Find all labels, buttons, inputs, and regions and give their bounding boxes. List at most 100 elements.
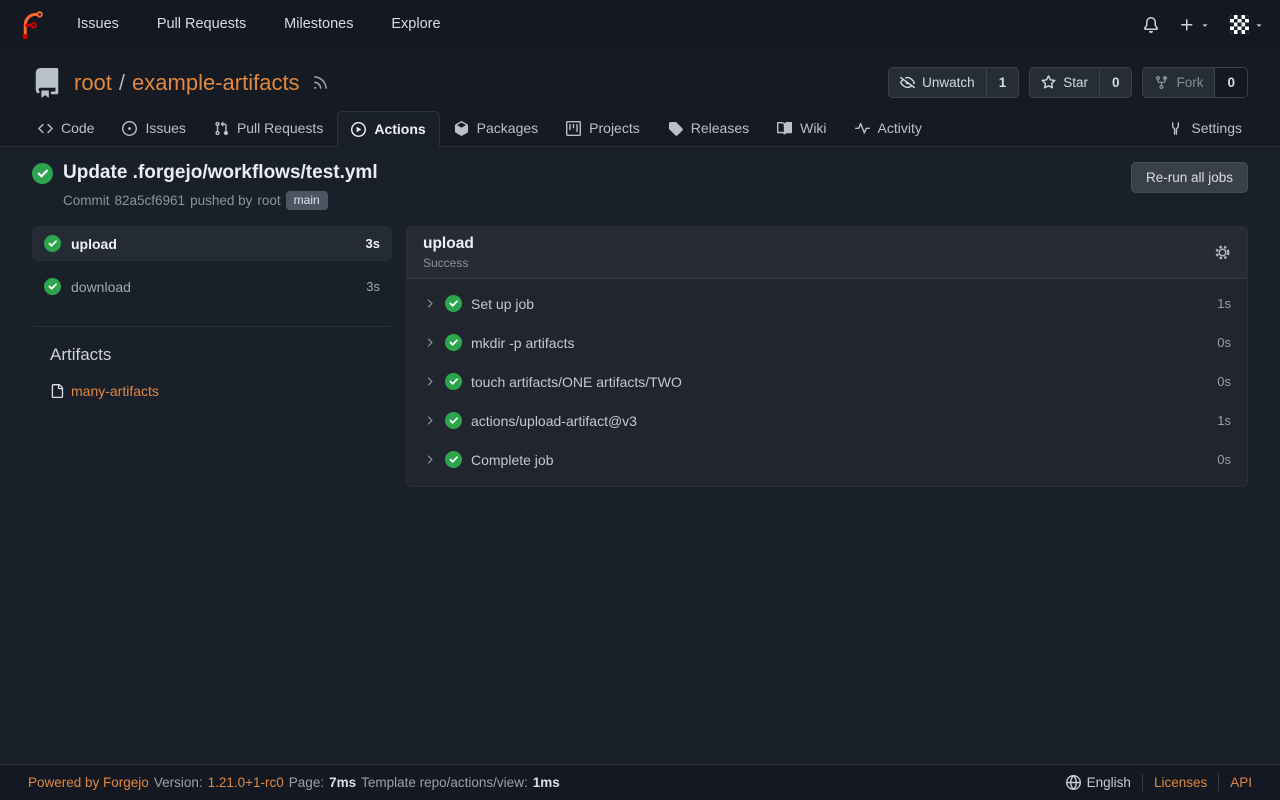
- create-new-button[interactable]: [1179, 17, 1210, 33]
- code-icon: [38, 121, 53, 136]
- tab-code[interactable]: Code: [24, 110, 108, 146]
- job-name: upload: [71, 236, 117, 252]
- language-label: English: [1087, 775, 1131, 790]
- chevron-right-icon: [423, 336, 436, 349]
- tab-pull-requests[interactable]: Pull Requests: [200, 110, 337, 146]
- tab-label: Actions: [374, 121, 425, 137]
- powered-by-link[interactable]: Powered by Forgejo: [28, 775, 149, 790]
- unwatch-label: Unwatch: [922, 75, 975, 90]
- tab-projects[interactable]: Projects: [552, 110, 654, 146]
- tab-label: Activity: [878, 120, 922, 136]
- template-time-value: 1ms: [533, 775, 560, 790]
- step-row-setup[interactable]: Set up job 1s: [407, 284, 1247, 323]
- nav-milestones[interactable]: Milestones: [267, 16, 370, 32]
- rerun-all-jobs-button[interactable]: Re-run all jobs: [1131, 162, 1248, 193]
- tab-settings[interactable]: Settings: [1154, 110, 1256, 146]
- star-icon: [1041, 75, 1056, 90]
- chevron-right-icon: [423, 297, 436, 310]
- branch-badge[interactable]: main: [286, 191, 328, 210]
- navbar: Issues Pull Requests Milestones Explore: [0, 0, 1280, 49]
- unwatch-button[interactable]: Unwatch: [889, 68, 986, 97]
- step-label: mkdir -p artifacts: [471, 335, 574, 351]
- repo-owner-link[interactable]: root: [74, 70, 112, 96]
- nav-explore[interactable]: Explore: [374, 16, 457, 32]
- watchers-count[interactable]: 1: [986, 68, 1019, 97]
- repo-header: root / example-artifacts Unwatch 1 Star …: [0, 49, 1280, 147]
- version-link[interactable]: 1.21.0+1-rc0: [208, 775, 284, 790]
- book-icon: [777, 121, 792, 136]
- api-link[interactable]: API: [1230, 775, 1252, 790]
- job-detail-name: upload: [423, 235, 474, 253]
- repo-name-link[interactable]: example-artifacts: [132, 70, 300, 96]
- footer-right: English Licenses API: [1066, 774, 1252, 791]
- commit-sha-link[interactable]: 82a5cf6961: [115, 193, 186, 208]
- footer: Powered by Forgejo Version: 1.21.0+1-rc0…: [0, 764, 1280, 800]
- tab-label: Issues: [145, 120, 185, 136]
- licenses-link[interactable]: Licenses: [1154, 775, 1207, 790]
- artifacts-heading: Artifacts: [50, 345, 392, 365]
- star-button[interactable]: Star: [1030, 68, 1099, 97]
- avatar: [1230, 15, 1249, 34]
- star-label: Star: [1063, 75, 1088, 90]
- step-row-mkdir[interactable]: mkdir -p artifacts 0s: [407, 323, 1247, 362]
- fork-button-group: Fork 0: [1142, 67, 1248, 98]
- step-row-complete[interactable]: Complete job 0s: [407, 440, 1247, 479]
- tab-packages[interactable]: Packages: [440, 110, 552, 146]
- language-menu[interactable]: English: [1066, 775, 1131, 790]
- tab-wiki[interactable]: Wiki: [763, 110, 840, 146]
- jobs-sidebar: upload 3s download 3s Artifacts many-art…: [32, 226, 392, 401]
- repo-separator: /: [119, 70, 125, 96]
- step-duration: 0s: [1217, 452, 1231, 467]
- forgejo-logo[interactable]: [16, 10, 46, 40]
- notifications-button[interactable]: [1143, 17, 1159, 33]
- navbar-links: Issues Pull Requests Milestones Explore: [60, 0, 458, 49]
- chevron-right-icon: [423, 414, 436, 427]
- user-menu-button[interactable]: [1230, 15, 1264, 34]
- commit-pushed-by: pushed by: [190, 193, 252, 208]
- fork-button[interactable]: Fork: [1143, 68, 1214, 97]
- step-label: touch artifacts/ONE artifacts/TWO: [471, 374, 682, 390]
- stars-count[interactable]: 0: [1099, 68, 1132, 97]
- repo-tabs: Code Issues Pull Requests Actions Packag…: [0, 110, 1280, 147]
- footer-left: Powered by Forgejo Version: 1.21.0+1-rc0…: [28, 775, 560, 790]
- tab-label: Pull Requests: [237, 120, 323, 136]
- star-button-group: Star 0: [1029, 67, 1132, 98]
- file-icon: [50, 384, 64, 398]
- job-row-download[interactable]: download 3s: [32, 269, 392, 304]
- job-duration: 3s: [366, 236, 380, 251]
- plus-icon: [1179, 17, 1195, 33]
- nav-issues[interactable]: Issues: [60, 16, 136, 32]
- commit-prefix: Commit: [63, 193, 110, 208]
- step-label: Set up job: [471, 296, 534, 312]
- step-label: actions/upload-artifact@v3: [471, 413, 637, 429]
- navbar-right: [1143, 15, 1264, 34]
- footer-divider: [1218, 774, 1219, 791]
- rss-icon[interactable]: [312, 74, 329, 91]
- job-options-button[interactable]: [1214, 244, 1231, 261]
- page-time-value: 7ms: [329, 775, 356, 790]
- tab-label: Code: [61, 120, 94, 136]
- tab-label: Packages: [477, 120, 538, 136]
- tab-activity[interactable]: Activity: [841, 110, 936, 146]
- watch-button-group: Unwatch 1: [888, 67, 1019, 98]
- step-duration: 1s: [1217, 296, 1231, 311]
- wrench-icon: [1168, 121, 1183, 136]
- check-circle-icon: [445, 295, 462, 312]
- step-row-upload-artifact[interactable]: actions/upload-artifact@v3 1s: [407, 401, 1247, 440]
- tab-label: Settings: [1191, 120, 1242, 136]
- forks-count[interactable]: 0: [1214, 68, 1247, 97]
- run-body: upload 3s download 3s Artifacts many-art…: [32, 226, 1248, 487]
- step-row-touch[interactable]: touch artifacts/ONE artifacts/TWO 0s: [407, 362, 1247, 401]
- eye-slash-icon: [900, 75, 915, 90]
- forgejo-logo-icon: [16, 10, 46, 40]
- job-row-upload[interactable]: upload 3s: [32, 226, 392, 261]
- tab-actions[interactable]: Actions: [337, 111, 439, 147]
- tag-icon: [668, 121, 683, 136]
- steps-list: Set up job 1s mkdir -p artifacts 0s touc…: [407, 279, 1247, 486]
- artifact-link-many-artifacts[interactable]: many-artifacts: [50, 383, 159, 399]
- nav-pull-requests[interactable]: Pull Requests: [140, 16, 263, 32]
- tab-issues[interactable]: Issues: [108, 110, 199, 146]
- run-title: Update .forgejo/workflows/test.yml: [63, 162, 378, 184]
- commit-user-link[interactable]: root: [257, 193, 280, 208]
- tab-releases[interactable]: Releases: [654, 110, 763, 146]
